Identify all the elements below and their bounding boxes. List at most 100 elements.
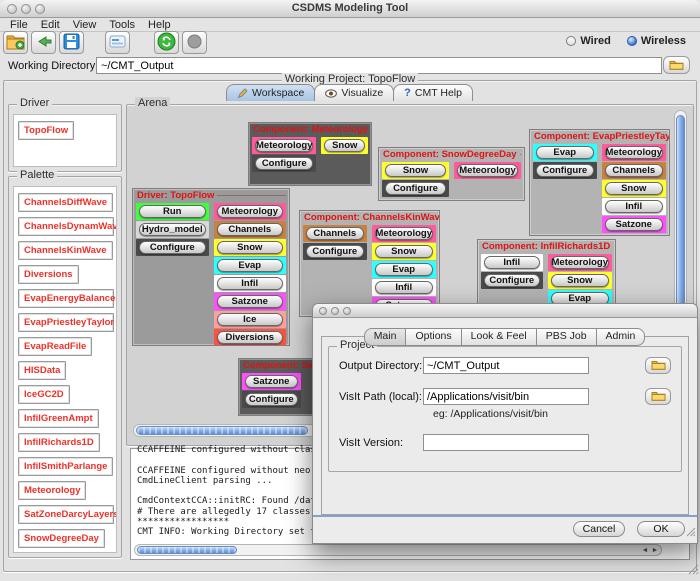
satzone-button[interactable]: Satzone — [217, 295, 284, 308]
configure-button[interactable]: Configure — [245, 393, 298, 406]
cancel-button[interactable]: Cancel — [573, 521, 625, 537]
palette-item-evapenergybalance[interactable]: EvapEnergyBalance — [18, 289, 114, 308]
stop-button[interactable] — [182, 31, 207, 54]
palette-item-channelsdynamwave[interactable]: ChannelsDynamWave — [18, 217, 114, 236]
output-directory-browse-button[interactable] — [645, 357, 671, 374]
palette-item-evappriestleytaylor[interactable]: EvapPriestleyTaylor — [18, 313, 114, 332]
infil-button[interactable]: Infil — [484, 256, 540, 269]
configure-button[interactable]: Configure — [306, 245, 364, 258]
satzone-button[interactable]: Satzone — [245, 375, 298, 388]
dialog-tab-options[interactable]: Options — [405, 328, 461, 346]
snow-button[interactable]: Snow — [375, 245, 433, 258]
meteorology-button[interactable]: Meteorology — [605, 146, 663, 159]
menu-edit[interactable]: Edit — [41, 19, 60, 31]
snow-button[interactable]: Snow — [217, 241, 284, 254]
component-component-evappriestleytaylor: Component: EvapPriestleyTaylorEvapConfig… — [529, 129, 670, 236]
tab-bar: WorkspaceVisualize?CMT Help — [227, 84, 473, 101]
infil-button[interactable]: Infil — [217, 277, 284, 290]
driver-item-topoflow[interactable]: TopoFlow — [18, 121, 74, 140]
window-resize-grip[interactable] — [688, 562, 699, 580]
wireless-radio[interactable] — [627, 36, 637, 46]
working-directory-browse-button[interactable] — [663, 56, 690, 74]
visit-path-local-browse-button[interactable] — [645, 388, 671, 405]
import-button[interactable] — [31, 31, 56, 54]
dialog-tab-main[interactable]: Main — [364, 328, 407, 346]
configure-button[interactable]: Configure — [385, 182, 446, 195]
scroll-right-arrow-icon[interactable]: ► — [650, 545, 660, 556]
console-hscroll-thumb[interactable] — [137, 546, 237, 554]
console-horizontal-scrollbar[interactable]: ◄ ► — [134, 544, 662, 556]
visit-version-input[interactable] — [423, 434, 589, 451]
palette-item-snowdegreeday[interactable]: SnowDegreeDay — [18, 529, 105, 548]
infil-button[interactable]: Infil — [375, 281, 433, 294]
palette-item-infilgreenampt[interactable]: InfilGreenAmpt — [18, 409, 99, 428]
visit-path-local-input[interactable] — [423, 388, 589, 405]
palette-item-infilsmithparlange[interactable]: InfilSmithParlange — [18, 457, 113, 476]
palette-item-satzonedarcylayers[interactable]: SatZoneDarcyLayers — [18, 505, 114, 524]
palette-item-channelskinwave[interactable]: ChannelsKinWave — [18, 241, 113, 260]
tab-visualize[interactable]: Visualize — [314, 84, 394, 101]
wireless-option[interactable]: Wireless — [627, 35, 686, 47]
arena-vscroll-thumb[interactable] — [676, 115, 685, 315]
menu-tools[interactable]: Tools — [109, 19, 135, 31]
configure-button[interactable]: Configure — [139, 241, 206, 254]
scroll-left-arrow-icon[interactable]: ◄ — [640, 545, 650, 556]
working-directory-input[interactable] — [96, 57, 662, 74]
dialog-tab-look-feel[interactable]: Look & Feel — [461, 328, 537, 346]
evap-button[interactable]: Evap — [375, 263, 433, 276]
evap-button[interactable]: Evap — [536, 146, 594, 159]
menu-file[interactable]: File — [10, 19, 28, 31]
dialog-zoom-button[interactable] — [343, 307, 351, 315]
wired-option[interactable]: Wired — [566, 35, 610, 47]
menu-help[interactable]: Help — [148, 19, 171, 31]
hydro-model-button[interactable]: Hydro_model — [139, 223, 206, 236]
channels-button[interactable]: Channels — [605, 164, 663, 177]
wired-radio[interactable] — [566, 36, 576, 46]
meteorology-button[interactable]: Meteorology — [551, 256, 609, 269]
save-button[interactable] — [59, 31, 84, 54]
snow-button[interactable]: Snow — [551, 274, 609, 287]
tab-cmt-help[interactable]: ?CMT Help — [393, 84, 473, 101]
meteorology-button[interactable]: Meteorology — [375, 227, 433, 240]
port-meteorology: Meteorology — [548, 254, 612, 271]
menu-view[interactable]: View — [73, 19, 97, 31]
palette-item-evapreadfile[interactable]: EvapReadFile — [18, 337, 92, 356]
dialog-minimize-button[interactable] — [331, 307, 339, 315]
eye-icon — [325, 89, 337, 98]
snow-button[interactable]: Snow — [324, 139, 365, 152]
diversions-button[interactable]: Diversions — [217, 331, 284, 344]
configure-button[interactable]: Configure — [255, 157, 313, 170]
run-button[interactable]: Run — [139, 205, 206, 218]
palette-item-infilrichards1d[interactable]: InfilRichards1D — [18, 433, 100, 452]
tab-workspace[interactable]: Workspace — [226, 84, 315, 101]
channels-button[interactable]: Channels — [217, 223, 284, 236]
snow-button[interactable]: Snow — [605, 182, 663, 195]
dialog-tab-pbs-job[interactable]: PBS Job — [536, 328, 597, 346]
ok-button[interactable]: OK — [637, 521, 685, 537]
console-button[interactable] — [105, 31, 130, 54]
infil-button[interactable]: Infil — [605, 200, 663, 213]
meteorology-button[interactable]: Meteorology — [217, 205, 284, 218]
configure-button[interactable]: Configure — [536, 164, 594, 177]
palette-item-diversions[interactable]: Diversions — [18, 265, 79, 284]
palette-item-meteorology[interactable]: Meteorology — [18, 481, 86, 500]
dialog-resize-grip[interactable] — [686, 524, 696, 542]
port-snow: Snow — [382, 162, 449, 179]
meteorology-button[interactable]: Meteorology — [457, 164, 518, 177]
palette-item-hisdata[interactable]: HISData — [18, 361, 66, 380]
evap-button[interactable]: Evap — [217, 259, 284, 272]
satzone-button[interactable]: Satzone — [605, 218, 663, 231]
snow-button[interactable]: Snow — [385, 164, 446, 177]
dialog-tab-admin[interactable]: Admin — [596, 328, 646, 346]
output-directory-input[interactable] — [423, 357, 589, 374]
palette-item-icegc2d[interactable]: IceGC2D — [18, 385, 70, 404]
channels-button[interactable]: Channels — [306, 227, 364, 240]
new-project-button[interactable] — [3, 31, 28, 54]
arena-hscroll-thumb[interactable] — [136, 426, 308, 435]
dialog-close-button[interactable] — [319, 307, 327, 315]
configure-button[interactable]: Configure — [484, 274, 540, 287]
palette-item-channelsdiffwave[interactable]: ChannelsDiffWave — [18, 193, 113, 212]
meteorology-button[interactable]: Meteorology — [255, 139, 313, 152]
ice-button[interactable]: Ice — [217, 313, 284, 326]
refresh-button[interactable] — [154, 31, 179, 54]
